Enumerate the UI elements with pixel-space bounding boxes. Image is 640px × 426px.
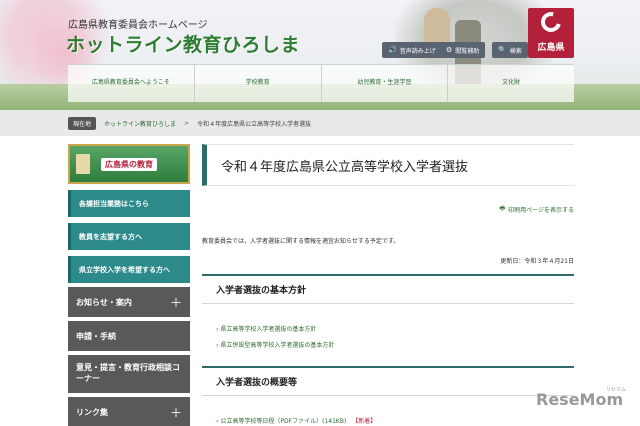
resemom-watermark: ReseMom	[536, 390, 624, 409]
page-title: 令和４年度広島県公立高等学校入学者選抜	[202, 144, 574, 186]
site-subtitle: 広島県教育委員会ホームページ	[68, 20, 208, 31]
school-building-icon	[76, 154, 90, 174]
nav-item-welcome[interactable]: 広島県教育委員会へようこそ	[68, 65, 195, 102]
hiroshima-pref-logo[interactable]: 広島県	[528, 8, 574, 58]
sidebar-item-prefectural-admission[interactable]: 県立学校入学を希望する方へ	[68, 256, 190, 283]
breadcrumb: 現在地 ホットライン教育ひろしま > 令和４年度広島県公立高等学校入学者選抜	[0, 110, 640, 136]
sidebar-item-departments[interactable]: 各課担当業務はこちら	[68, 190, 190, 217]
breadcrumb-separator: >	[184, 119, 190, 127]
breadcrumb-current: 令和４年度広島県公立高等学校入学者選抜	[197, 120, 312, 128]
site-header: 広島県教育委員会ホームページ ホットライン教育ひろしま 🔊 音声読み上げ ⚙ 閲…	[0, 0, 640, 110]
banner-label: 広島県の教育	[101, 157, 157, 171]
link-schedule-pdf-label: 公立高等学校等日程（PDFファイル）(141KB)	[220, 418, 347, 425]
site-title-link[interactable]: ホットライン教育ひろしま	[66, 30, 300, 57]
main-content: 令和４年度広島県公立高等学校入学者選抜 🖶 印刷用ページを表示する 教育委員会で…	[202, 144, 574, 425]
pref-emblem-icon	[537, 8, 565, 36]
link-arrow-icon: ›	[216, 418, 219, 425]
sidebar-item-links[interactable]: リンク集 ＋	[68, 397, 190, 426]
sidebar-item-consultation[interactable]: 意見・提言・教育行政相談コーナー	[68, 355, 190, 393]
expand-plus-icon[interactable]: ＋	[170, 294, 182, 311]
sidebar-item-notices[interactable]: お知らせ・案内 ＋	[68, 287, 190, 317]
link-combined-policy-label: 県立併設型高等学校入学者選抜の基本方針	[220, 342, 335, 349]
link-arrow-icon: ›	[216, 342, 219, 349]
new-badge: 【新着】	[352, 418, 377, 425]
link-prefectural-policy[interactable]: › 県立高等学校入学者選抜の基本方針	[216, 324, 316, 333]
sidebar-item-links-label: リンク集	[76, 407, 108, 417]
accessibility-button-label: 閲覧補助	[455, 47, 480, 55]
print-page-link[interactable]: 🖶 印刷用ページを表示する	[499, 204, 574, 214]
expand-plus-icon[interactable]: ＋	[170, 404, 182, 421]
intro-text: 教育委員会では，入学者選抜に関する情報を適宜お知らせする予定です。	[202, 238, 400, 245]
sidebar-item-consultation-label: 意見・提言・教育行政相談コーナー	[76, 363, 180, 383]
section-heading-basic-policy: 入学者選抜の基本方針	[202, 274, 574, 304]
sidebar-item-notices-label: お知らせ・案内	[76, 297, 132, 307]
nav-item-school-education[interactable]: 学校教育	[195, 65, 322, 102]
speaker-icon: 🔊	[388, 46, 397, 54]
link-prefectural-policy-label: 県立高等学校入学者選抜の基本方針	[220, 326, 317, 333]
breadcrumb-home-link[interactable]: ホットライン教育ひろしま	[104, 119, 176, 128]
printer-icon: 🖶	[499, 205, 506, 212]
link-combined-policy[interactable]: › 県立併設型高等学校入学者選抜の基本方針	[216, 340, 334, 349]
sidebar-item-applications[interactable]: 申請・手続	[68, 321, 190, 351]
link-arrow-icon: ›	[216, 326, 219, 333]
speech-button-label: 音声読み上げ	[399, 47, 436, 55]
hiroshima-education-banner[interactable]: 広島県の教育	[68, 144, 190, 184]
current-location-badge: 現在地	[68, 116, 97, 130]
search-button[interactable]: 🔍 検索	[492, 42, 528, 58]
nav-item-early-childhood[interactable]: 幼児教育・生涯学習	[322, 65, 449, 102]
updated-date: 更新日：令和３年４月21日	[500, 258, 574, 265]
print-page-label: 印刷用ページを表示する	[508, 206, 574, 214]
sidebar-item-teacher-applicants[interactable]: 教員を志望する方へ	[68, 223, 190, 250]
sidebar: 広島県の教育 各課担当業務はこちら 教員を志望する方へ 県立学校入学を希望する方…	[68, 144, 190, 426]
section-heading-overview: 入学者選抜の概要等	[202, 366, 574, 396]
search-icon: 🔍	[498, 46, 507, 54]
accessibility-button[interactable]: ⚙ 閲覧補助	[440, 42, 486, 58]
nav-item-cultural-assets[interactable]: 文化財	[448, 65, 574, 102]
speech-button[interactable]: 🔊 音声読み上げ	[382, 42, 442, 58]
link-schedule-pdf[interactable]: › 公立高等学校等日程（PDFファイル）(141KB) 【新着】	[216, 416, 376, 425]
sidebar-item-applications-label: 申請・手続	[76, 331, 116, 341]
global-nav: 広島県教育委員会へようこそ 学校教育 幼児教育・生涯学習 文化財	[68, 64, 574, 102]
pref-logo-label: 広島県	[537, 43, 565, 53]
gear-icon: ⚙	[446, 46, 453, 54]
search-button-label: 検索	[509, 47, 522, 55]
